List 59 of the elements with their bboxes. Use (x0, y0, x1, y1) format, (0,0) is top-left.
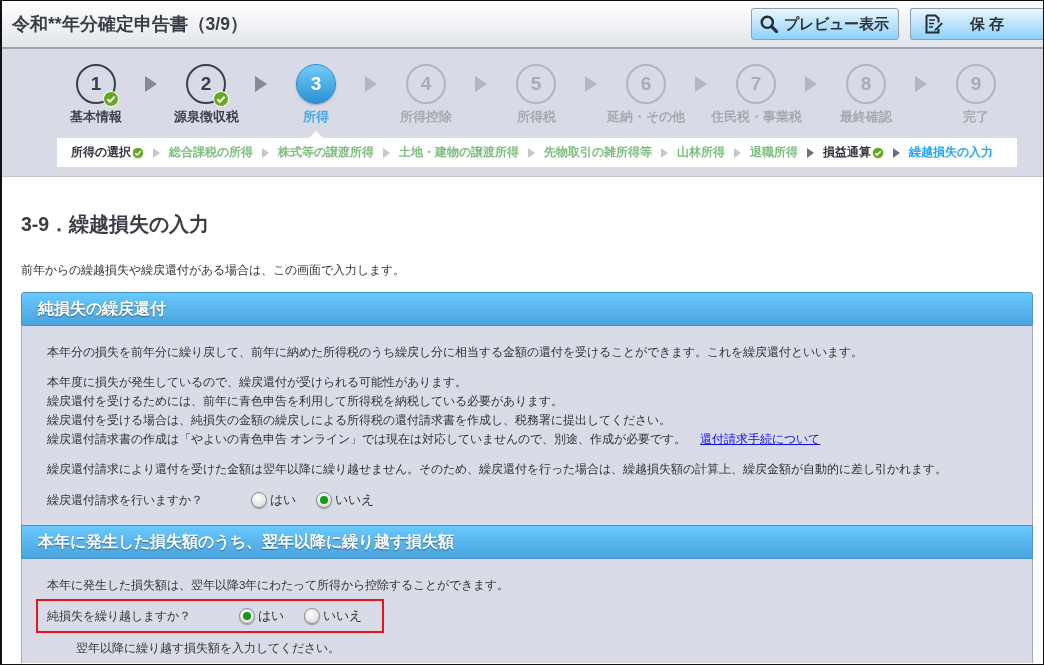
body-text: 繰戻還付を受けるためには、前年に青色申告を利用して所得税を納税している必要があります。 (47, 393, 563, 409)
instruction-text: 翌年以降に繰り越す損失額を入力してください。 (75, 640, 340, 656)
substep-arrow-icon (262, 147, 269, 158)
step-arrow-icon (255, 76, 267, 92)
substep-link[interactable]: 先物取引の雑所得等 (544, 144, 652, 161)
substep-link[interactable]: 土地・建物の譲渡所得 (399, 144, 519, 161)
substep-link[interactable]: 株式等の譲渡所得 (278, 144, 374, 161)
substep-link[interactable]: 山林所得 (677, 144, 725, 161)
substep-arrow-icon (383, 147, 390, 158)
body-text: 本年に発生した損失額は、翌年以降3年にわたって所得から控除することができます。 (47, 577, 510, 593)
window-title: 令和**年分確定申告書（3/9） (12, 13, 249, 36)
body-text: 本年度に損失が発生しているので、繰戻還付が受けられる可能性があります。 (47, 374, 467, 390)
substep-link[interactable]: 繰越損失の入力 (909, 144, 993, 161)
body-text: 繰戻還付請求により還付を受けた金額は翌年以降に繰り越せません。そのため、繰戻還付を行った場合は、繰越損失額の計算上、繰戻金額が自動的に差し引かれます。 (47, 461, 947, 477)
step-circle[interactable]: 1 (76, 64, 116, 104)
question-label: 純損失を繰り越しますか？ (47, 608, 191, 624)
radio-button[interactable] (239, 608, 255, 624)
search-icon (760, 15, 778, 33)
step-arrow-icon (805, 76, 817, 92)
step-arrow-icon (915, 76, 927, 92)
radio-button[interactable] (251, 492, 267, 508)
page-heading: 3-9．繰越損失の入力 (21, 212, 211, 237)
step-arrow-icon (145, 76, 157, 92)
step-arrow-icon (695, 76, 707, 92)
body-text: 繰戻還付を受ける場合は、純損失の金額の繰戻しによる所得税の還付請求書を作成し、税務署に提出してください。 (47, 412, 671, 428)
step-label[interactable]: 所得 (303, 109, 329, 126)
radio-button[interactable] (316, 492, 332, 508)
radio-label[interactable]: はい (270, 491, 296, 509)
section-header: 本年に発生した損失額のうち、翌年以降に繰り越す損失額 (21, 525, 1033, 559)
section-header: 純損失の繰戻還付 (21, 292, 1033, 326)
step-label[interactable]: 源泉徴収税 (173, 109, 239, 126)
substep-arrow-icon (153, 147, 160, 158)
radio-label[interactable]: いいえ (323, 607, 362, 625)
radio-label[interactable]: はい (258, 607, 284, 625)
step-arrow-icon (475, 76, 487, 92)
substep-link[interactable]: 所得の選択 (71, 144, 131, 161)
intro-text: 前年からの繰越損失や繰戻還付がある場合は、この画面で入力します。 (21, 262, 406, 278)
radio-label[interactable]: いいえ (335, 491, 374, 509)
step-circle[interactable]: 2 (186, 64, 226, 104)
help-link[interactable]: 還付請求手続について (700, 432, 821, 445)
question-label: 繰戻還付請求を行いますか？ (47, 492, 203, 508)
radio-button[interactable] (304, 608, 320, 624)
substep-arrow-icon (807, 147, 814, 158)
substep-link[interactable]: 損益通算 (823, 144, 871, 161)
preview-button[interactable]: プレビュー表示 (751, 8, 899, 40)
document-pen-icon (925, 14, 943, 34)
substep-arrow-icon (893, 147, 900, 158)
step-arrow-icon (585, 76, 597, 92)
substep-arrow-icon (528, 147, 535, 158)
step-arrow-icon (365, 76, 377, 92)
substep-arrow-icon (661, 147, 668, 158)
body-text: 本年分の損失を前年分に繰り戻して、前年に納めた所得税のうち繰戻し分に相当する金額の還付を受けることができます。これを繰戻還付といいます。 (47, 344, 863, 360)
step-circle[interactable]: 3 (296, 64, 336, 104)
substep-link[interactable]: 退職所得 (750, 144, 798, 161)
body-text: 繰戻還付請求書の作成は「やよいの青色申告 オンライン」では現在は対応していませんので、別途、作成が必要です。 還付請求手続について (47, 431, 821, 447)
save-button[interactable]: 保 存 (910, 8, 1043, 40)
substep-arrow-icon (734, 147, 741, 158)
substep-link[interactable]: 総合課税の所得 (169, 144, 253, 161)
step-label[interactable]: 基本情報 (70, 109, 122, 126)
